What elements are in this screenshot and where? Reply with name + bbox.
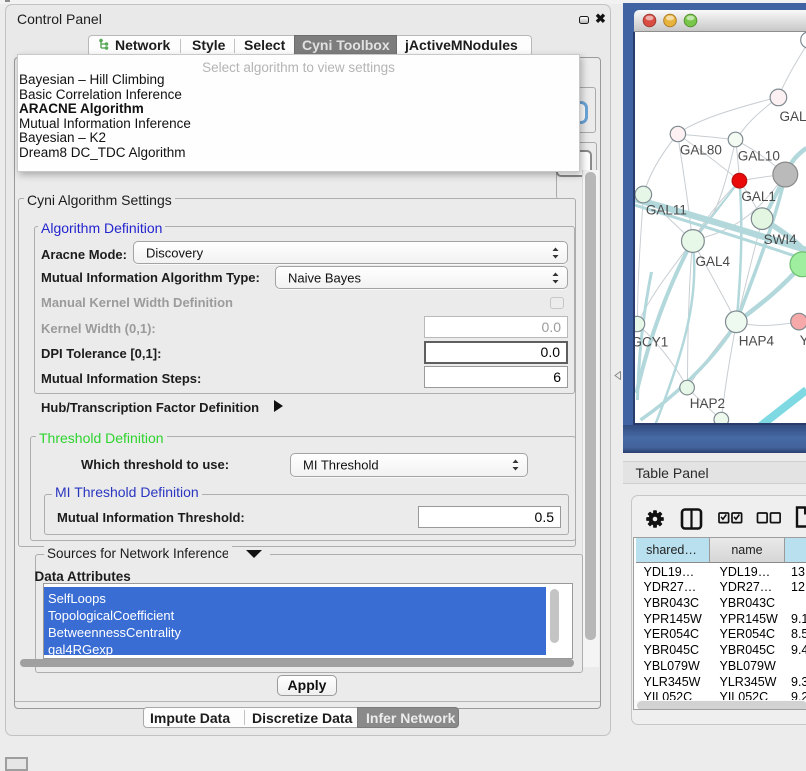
svg-text:GAL80: GAL80 [679,143,721,158]
svg-text:GCY1: GCY1 [635,335,668,350]
svg-text:GAL4: GAL4 [695,254,730,269]
svg-text:YJ: YJ [799,333,806,348]
svg-text:GAL1: GAL1 [741,189,776,204]
svg-text:GAL10: GAL10 [737,149,779,164]
svg-text:HAP2: HAP2 [689,396,724,411]
svg-text:SWI4: SWI4 [763,232,796,247]
svg-text:HAP4: HAP4 [738,334,774,349]
svg-text:GAL11: GAL11 [645,203,686,218]
svg-text:GAL7: GAL7 [779,109,806,124]
